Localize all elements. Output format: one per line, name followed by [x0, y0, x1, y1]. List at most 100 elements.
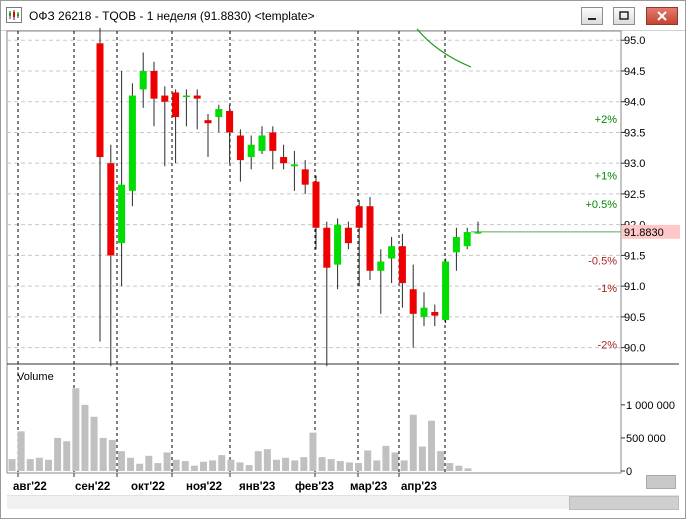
- volume-bar: [364, 450, 372, 471]
- volume-bar: [26, 459, 34, 471]
- candle-body: [290, 164, 298, 167]
- last-price-label: 91.8830: [624, 227, 664, 239]
- time-tick-label: авг'22: [13, 481, 47, 493]
- candle-body: [172, 92, 180, 118]
- time-tick-label: фев'23: [295, 481, 334, 493]
- time-tick-label: апр'23: [401, 481, 437, 493]
- volume-bar: [455, 465, 463, 471]
- candle-body: [377, 261, 385, 271]
- volume-tick-label: 500 000: [626, 433, 666, 445]
- candle-body: [474, 232, 482, 234]
- volume-bar: [464, 468, 472, 471]
- volume-bar: [81, 404, 89, 471]
- time-tick-label: мар'23: [350, 481, 387, 493]
- percent-level-label: -1%: [597, 283, 617, 295]
- candle-body: [409, 289, 417, 314]
- volume-bar: [282, 457, 290, 471]
- price-tick-label: 91.0: [624, 281, 645, 293]
- candle-body: [334, 224, 342, 265]
- candle-body: [323, 227, 331, 268]
- volume-bar: [99, 437, 107, 471]
- price-tick-label: 92.5: [624, 189, 645, 201]
- volume-bar: [400, 460, 408, 471]
- candle-body: [118, 184, 126, 244]
- horizontal-scrollbar[interactable]: [7, 495, 679, 510]
- volume-bar: [355, 463, 363, 471]
- price-chart[interactable]: +2% +1% +0.5% -0.5% -1% -2% 95.0 94.5 94.0 93.5 9…: [1, 1, 685, 495]
- candle-body: [312, 181, 320, 228]
- candle-body: [193, 95, 201, 99]
- price-tick-label: 91.5: [624, 250, 645, 262]
- volume-tick-label: 0: [626, 466, 632, 478]
- volume-bar: [327, 459, 335, 471]
- price-tick-label: 94.5: [624, 66, 645, 78]
- candle-body: [431, 311, 439, 316]
- volume-bar: [136, 463, 144, 471]
- volume-bar: [236, 462, 244, 471]
- volume-bar: [172, 459, 180, 471]
- volume-bar: [318, 457, 326, 471]
- volume-bar: [309, 432, 317, 471]
- volume-bar: [373, 460, 381, 471]
- volume-bar: [35, 457, 43, 471]
- volume-bar: [345, 462, 353, 471]
- candle-body: [150, 70, 158, 99]
- volume-bar: [428, 420, 436, 471]
- volume-bar: [117, 451, 125, 471]
- volume-bar: [154, 463, 162, 471]
- volume-bar: [190, 465, 198, 471]
- candle-body: [139, 70, 147, 90]
- volume-bar: [209, 460, 217, 471]
- volume-bar: [163, 452, 171, 471]
- price-tick-label: 95.0: [624, 35, 645, 47]
- candle-body: [442, 261, 450, 320]
- volume-bar: [437, 451, 445, 471]
- volume-bar: [90, 416, 98, 471]
- candle-body: [226, 110, 234, 133]
- volume-bar: [336, 461, 344, 471]
- candle-body: [301, 169, 309, 185]
- volume-bar: [254, 451, 262, 471]
- time-tick-label: сен'22: [75, 481, 110, 493]
- time-tick-label: ноя'22: [186, 481, 222, 493]
- volume-bar: [72, 388, 80, 471]
- candlestick-series: [96, 27, 482, 367]
- candle-body: [204, 120, 212, 124]
- volume-tick-label: 1 000 000: [626, 400, 675, 412]
- volume-bar: [218, 455, 226, 471]
- volume-bar: [127, 457, 135, 471]
- price-tick-label: 90.5: [624, 312, 645, 324]
- candle-body: [182, 95, 190, 98]
- candle-body: [452, 236, 460, 253]
- volume-bar: [263, 449, 271, 471]
- volume-bar: [108, 439, 116, 471]
- candle-body: [215, 109, 223, 118]
- volume-bar: [200, 461, 208, 471]
- price-tick-label: 93.5: [624, 127, 645, 139]
- time-tick-label: окт'22: [131, 481, 165, 493]
- indicator-line: [416, 28, 472, 68]
- volume-bar: [17, 431, 25, 471]
- percent-level-label: +0.5%: [586, 199, 618, 211]
- price-tick-label: 94.0: [624, 97, 645, 109]
- candle-body: [96, 43, 104, 158]
- percent-level-label: +1%: [595, 170, 618, 182]
- candle-body: [269, 132, 277, 151]
- price-tick-label: 90.0: [624, 343, 645, 355]
- volume-bar: [382, 445, 390, 471]
- candle-body: [366, 206, 374, 271]
- candle-body: [247, 144, 255, 158]
- scrollbar-thumb[interactable]: [569, 496, 679, 510]
- candle-body: [258, 135, 266, 151]
- volume-bar: [44, 459, 52, 471]
- time-tick-label: янв'23: [239, 481, 275, 493]
- volume-bar: [291, 460, 299, 471]
- volume-bar: [245, 465, 253, 471]
- scroll-right-button[interactable]: [646, 475, 676, 489]
- volume-bar: [8, 459, 16, 471]
- candle-body: [107, 163, 115, 256]
- candle-body: [280, 157, 288, 164]
- percent-level-label: +2%: [595, 114, 618, 126]
- candle-body: [236, 135, 244, 161]
- volume-series: [8, 388, 472, 471]
